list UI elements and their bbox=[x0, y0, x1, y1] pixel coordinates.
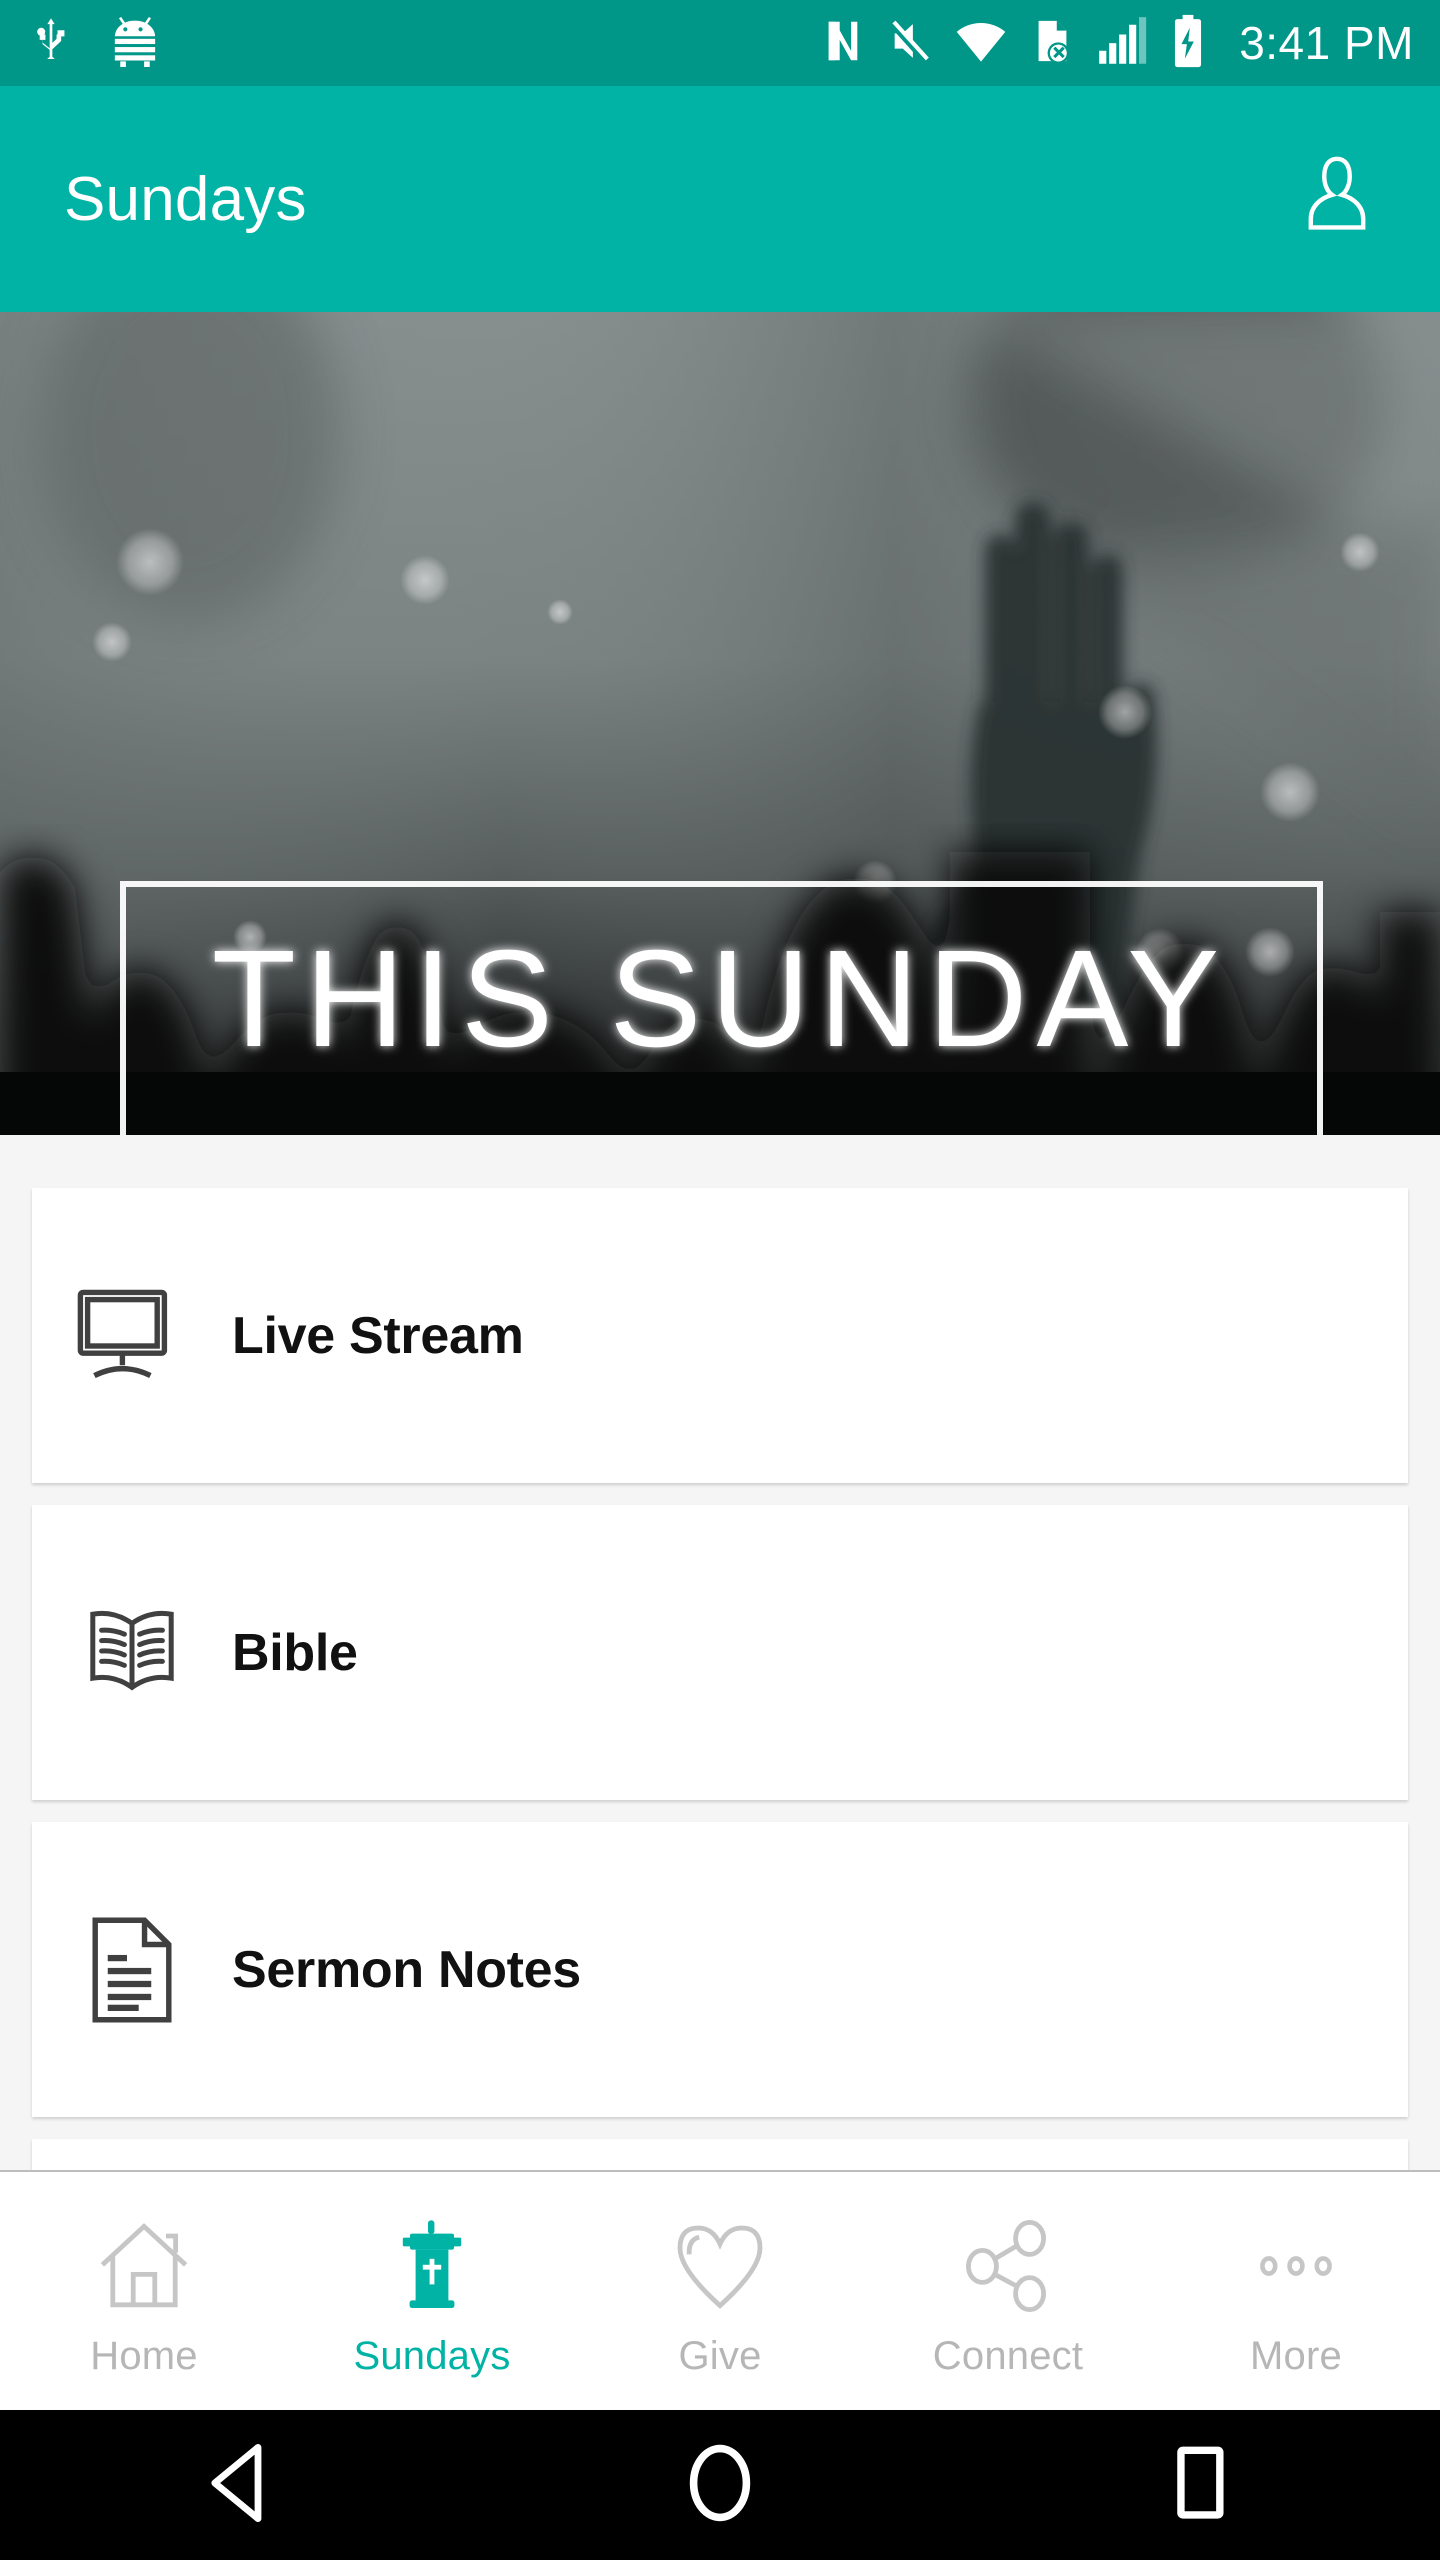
hero-headline: THIS SUNDAY bbox=[212, 922, 1229, 1076]
tab-label: Home bbox=[90, 2333, 198, 2378]
usb-icon bbox=[28, 15, 74, 72]
cellular-signal-icon bbox=[1097, 15, 1149, 72]
vibrate-mute-icon bbox=[887, 15, 933, 72]
app-bar: Sundays bbox=[0, 86, 1440, 312]
action-card-list: Live Stream Bible Sermon Notes bbox=[0, 1135, 1440, 2235]
status-bar-right-icons: 3:41 PM bbox=[821, 14, 1414, 73]
account-icon bbox=[1294, 151, 1380, 248]
tab-give[interactable]: Give bbox=[576, 2172, 864, 2410]
card-sermon-notes[interactable]: Sermon Notes bbox=[32, 1822, 1408, 2117]
tab-label: Sundays bbox=[353, 2333, 511, 2378]
card-label: Sermon Notes bbox=[232, 1940, 581, 1999]
account-button[interactable] bbox=[1282, 144, 1392, 254]
recents-button[interactable] bbox=[1080, 2410, 1320, 2560]
monitor-icon bbox=[32, 1288, 232, 1384]
circle-home-icon bbox=[680, 2441, 760, 2530]
tab-more[interactable]: More bbox=[1152, 2172, 1440, 2410]
android-debug-icon bbox=[108, 15, 162, 72]
hero-image: THIS SUNDAY bbox=[0, 312, 1440, 1135]
page-title: Sundays bbox=[64, 164, 307, 234]
status-bar-left-icons bbox=[28, 15, 162, 72]
triangle-back-icon bbox=[202, 2441, 278, 2530]
back-button[interactable] bbox=[120, 2410, 360, 2560]
hero-banner[interactable]: THIS SUNDAY bbox=[0, 312, 1440, 1135]
home-button[interactable] bbox=[600, 2410, 840, 2560]
heart-icon bbox=[672, 2214, 768, 2318]
nfc-icon bbox=[821, 15, 865, 72]
tab-label: More bbox=[1250, 2333, 1342, 2378]
card-label: Bible bbox=[232, 1623, 358, 1682]
card-label: Live Stream bbox=[232, 1306, 524, 1365]
android-navigation-bar bbox=[0, 2410, 1440, 2560]
battery-charging-icon bbox=[1171, 14, 1205, 73]
card-bible[interactable]: Bible bbox=[32, 1505, 1408, 1800]
pulpit-cross-icon bbox=[386, 2214, 478, 2318]
bottom-tab-bar: Home Sundays Give Connect More bbox=[0, 2170, 1440, 2410]
tab-label: Give bbox=[678, 2333, 762, 2378]
phone-screen: 3:41 PM Sundays THIS SUNDAY Live Stream … bbox=[0, 0, 1440, 2560]
more-dots-icon bbox=[1248, 2214, 1344, 2318]
status-bar-clock: 3:41 PM bbox=[1239, 17, 1414, 69]
tab-label: Connect bbox=[932, 2333, 1084, 2378]
card-live-stream[interactable]: Live Stream bbox=[32, 1188, 1408, 1483]
tab-sundays[interactable]: Sundays bbox=[288, 2172, 576, 2410]
home-icon bbox=[96, 2214, 192, 2318]
sim-error-icon bbox=[1029, 15, 1075, 72]
share-nodes-icon bbox=[960, 2214, 1056, 2318]
tab-connect[interactable]: Connect bbox=[864, 2172, 1152, 2410]
status-bar: 3:41 PM bbox=[0, 0, 1440, 86]
wifi-icon bbox=[955, 15, 1007, 72]
document-lines-icon bbox=[32, 1915, 232, 2025]
square-recents-icon bbox=[1165, 2441, 1235, 2530]
open-book-icon bbox=[32, 1601, 232, 1705]
tab-home[interactable]: Home bbox=[0, 2172, 288, 2410]
